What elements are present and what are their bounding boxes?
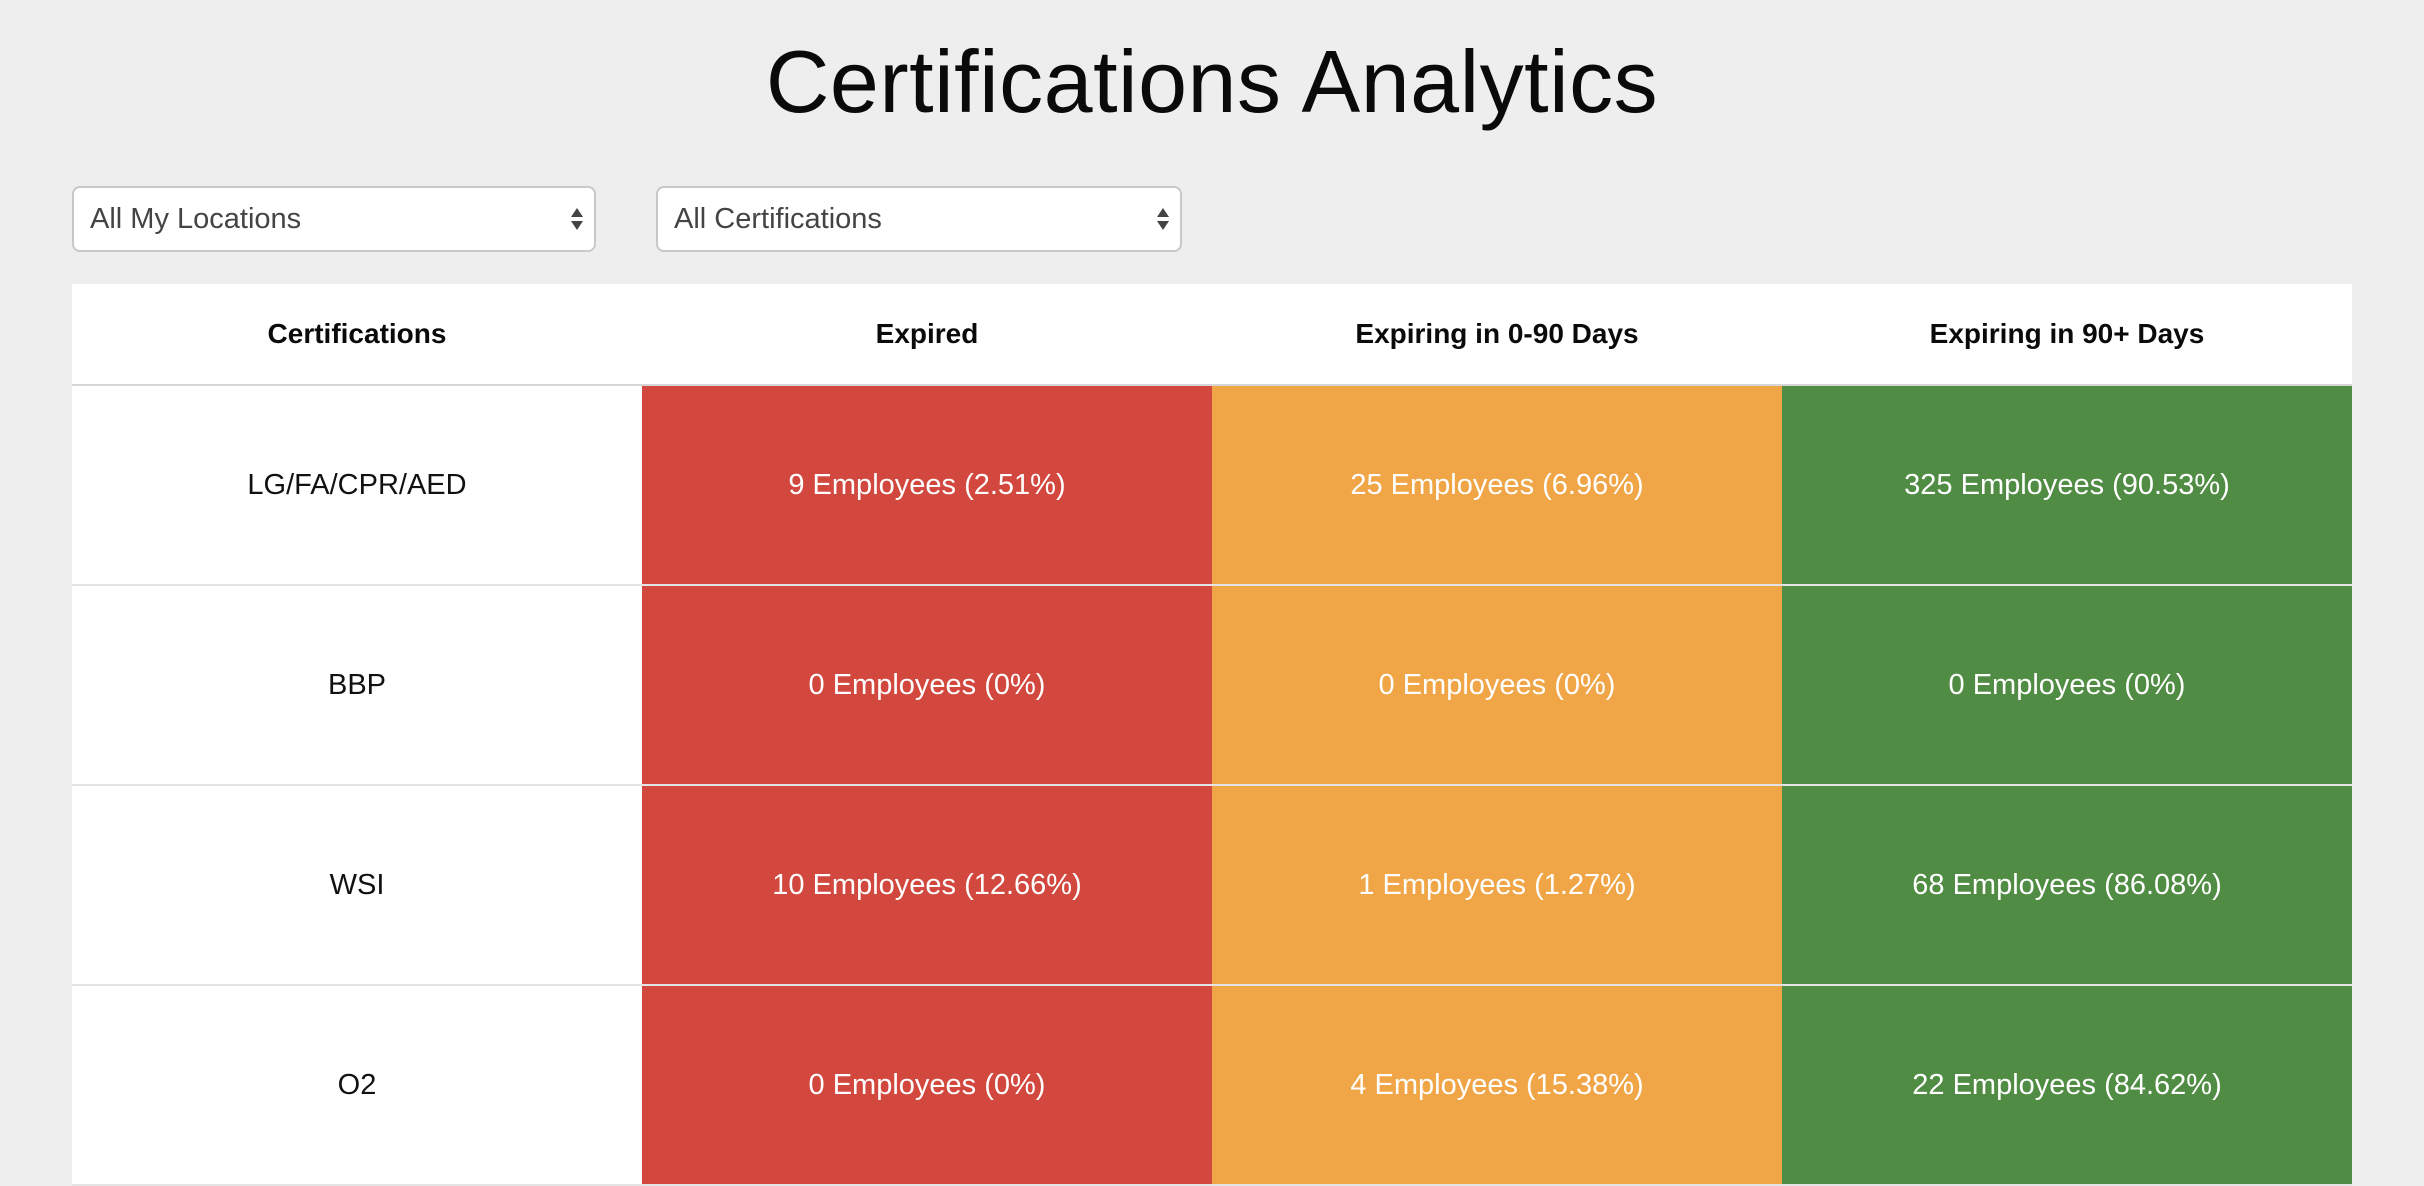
table-row: BBP 0 Employees (0%) 0 Employees (0%) 0 … bbox=[72, 585, 2352, 786]
page-title: Certifications Analytics bbox=[765, 32, 1659, 131]
expired-cell[interactable]: 10 Employees (12.66%) bbox=[642, 785, 1212, 986]
expired-cell[interactable]: 0 Employees (0%) bbox=[642, 985, 1212, 1186]
column-header-certifications: Certifications bbox=[72, 284, 642, 386]
table-header-row: Certifications Expired Expiring in 0-90 … bbox=[72, 284, 2352, 386]
table-row: WSI 10 Employees (12.66%) 1 Employees (1… bbox=[72, 785, 2352, 986]
table-row: LG/FA/CPR/AED 9 Employees (2.51%) 25 Emp… bbox=[72, 385, 2352, 586]
select-arrows-icon bbox=[571, 208, 583, 230]
expiring-0-90-cell[interactable]: 25 Employees (6.96%) bbox=[1212, 385, 1782, 586]
expired-cell[interactable]: 0 Employees (0%) bbox=[642, 585, 1212, 786]
certification-name-cell: O2 bbox=[72, 985, 642, 1186]
expiring-0-90-cell[interactable]: 1 Employees (1.27%) bbox=[1212, 785, 1782, 986]
certifications-table: Certifications Expired Expiring in 0-90 … bbox=[72, 284, 2352, 1186]
expiring-90-plus-cell[interactable]: 0 Employees (0%) bbox=[1782, 585, 2352, 786]
table-row: O2 0 Employees (0%) 4 Employees (15.38%)… bbox=[72, 985, 2352, 1186]
expiring-90-plus-cell[interactable]: 22 Employees (84.62%) bbox=[1782, 985, 2352, 1186]
expiring-90-plus-cell[interactable]: 68 Employees (86.08%) bbox=[1782, 785, 2352, 986]
column-header-expiring-90-plus: Expiring in 90+ Days bbox=[1782, 284, 2352, 386]
expiring-0-90-cell[interactable]: 4 Employees (15.38%) bbox=[1212, 985, 1782, 1186]
expiring-0-90-cell[interactable]: 0 Employees (0%) bbox=[1212, 585, 1782, 786]
expiring-90-plus-cell[interactable]: 325 Employees (90.53%) bbox=[1782, 385, 2352, 586]
certification-name-cell: LG/FA/CPR/AED bbox=[72, 385, 642, 586]
certification-name-cell: BBP bbox=[72, 585, 642, 786]
column-header-expiring-0-90: Expiring in 0-90 Days bbox=[1212, 284, 1782, 386]
certification-select-value: All Certifications bbox=[674, 202, 882, 235]
location-select-value: All My Locations bbox=[90, 202, 302, 235]
expired-cell[interactable]: 9 Employees (2.51%) bbox=[642, 385, 1212, 586]
certification-select[interactable]: All Certifications bbox=[656, 186, 1182, 252]
certification-name-cell: WSI bbox=[72, 785, 642, 986]
column-header-expired: Expired bbox=[642, 284, 1212, 386]
location-select[interactable]: All My Locations bbox=[72, 186, 596, 252]
select-arrows-icon bbox=[1157, 208, 1169, 230]
